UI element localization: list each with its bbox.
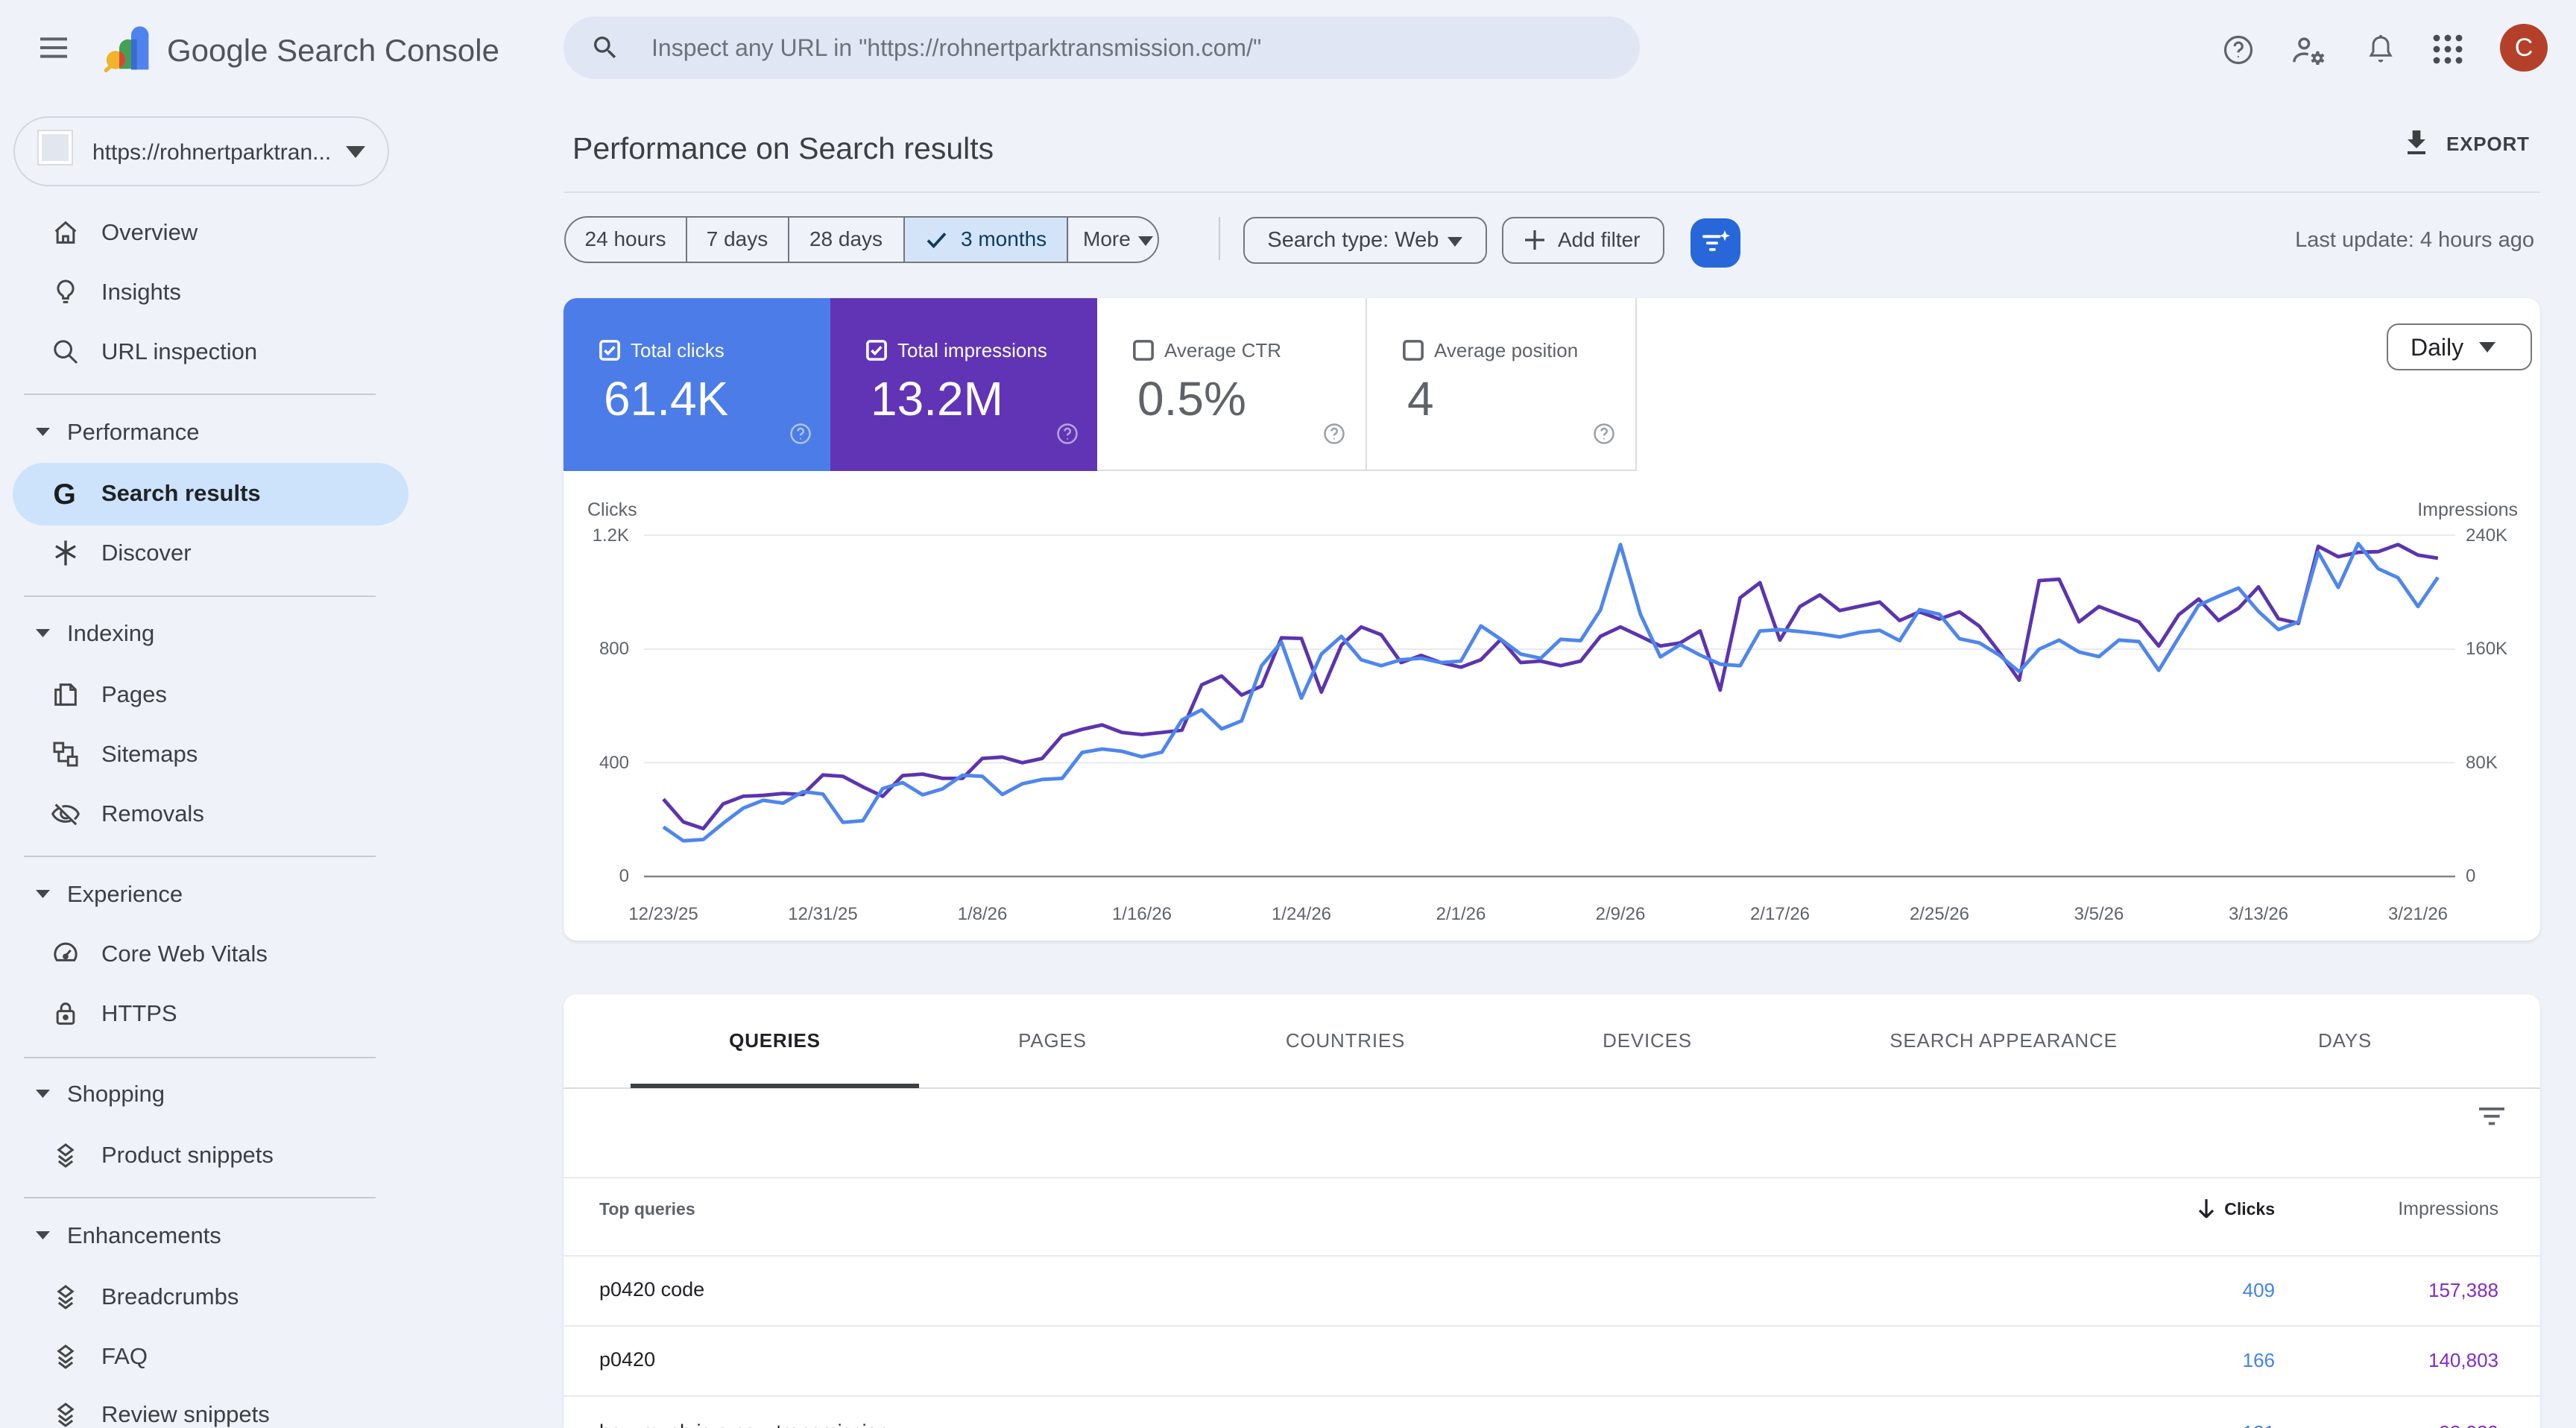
svg-text:G: G bbox=[53, 478, 75, 508]
